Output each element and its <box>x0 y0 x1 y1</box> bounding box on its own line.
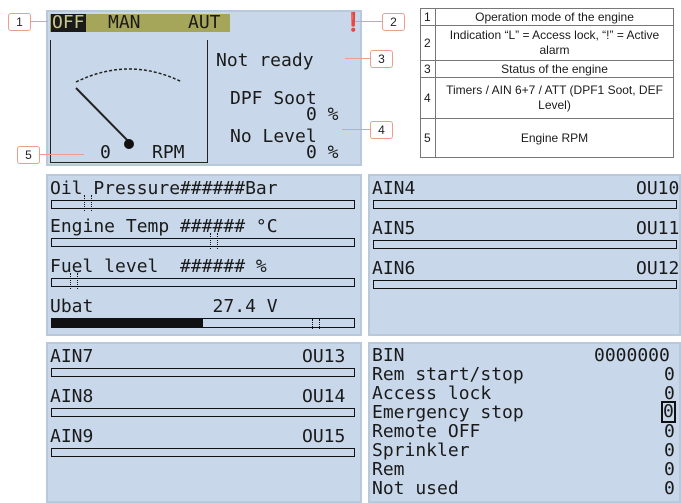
callout-4-line <box>342 129 370 130</box>
legend-desc: Operation mode of the engine <box>435 8 674 26</box>
callout-2: 2 <box>382 13 405 31</box>
legend-table: 1 Operation mode of the engine 2 Indicat… <box>420 8 674 158</box>
callout-1: 1 <box>8 13 31 31</box>
ain-name: AIN6 <box>372 258 416 279</box>
timer1-label: DPF Soot <box>230 88 317 109</box>
ubat-bar <box>51 318 355 329</box>
mode-man[interactable]: MAN <box>108 14 141 32</box>
timer2-label: No Level <box>230 126 317 147</box>
bin-row-value: 0 <box>664 364 675 385</box>
ain-code: OU13 <box>302 346 346 367</box>
rpm-unit: RPM <box>152 142 185 163</box>
legend-num: 5 <box>420 118 436 158</box>
ain-name: AIN4 <box>372 178 416 199</box>
row-bar <box>51 233 355 249</box>
bin-row-name: Not used <box>372 478 459 499</box>
legend-row: 2 Indication “L” = Access lock, “!” = Ac… <box>420 25 674 61</box>
callout-5-line <box>40 154 84 155</box>
bin-title: BIN <box>372 345 405 366</box>
legend-row: 1 Operation mode of the engine <box>420 8 674 26</box>
legend-row: 3 Status of the engine <box>420 60 674 78</box>
legend-desc: Indication “L” = Access lock, “!” = Acti… <box>435 25 674 61</box>
row-bar <box>51 368 355 377</box>
bin-row-name: Sprinkler <box>372 440 470 461</box>
row-bar <box>373 240 677 249</box>
bin-row-value-selected[interactable]: 0 <box>661 401 676 423</box>
ain-name: AIN8 <box>50 386 94 407</box>
legend-desc: Engine RPM <box>435 118 674 158</box>
binary-screen: BIN 0000000 Rem start/stop 0 Access lock… <box>368 342 681 503</box>
bin-row-name: Rem <box>372 459 405 480</box>
legend-row: 5 Engine RPM <box>420 118 674 158</box>
mode-aut[interactable]: AUT <box>188 14 221 32</box>
legend-num: 1 <box>420 8 436 26</box>
bin-row-name: Rem start/stop <box>372 364 524 385</box>
mode-off[interactable]: OFF <box>51 14 86 32</box>
bin-row-value: 0 <box>664 440 675 461</box>
row-label: Fuel level ###### % <box>50 256 267 277</box>
bin-row-name: Emergency stop <box>372 402 524 423</box>
row-bar <box>51 195 355 211</box>
row-bar <box>51 273 355 289</box>
legend-desc: Status of the engine <box>435 60 674 78</box>
bin-row-name: Remote OFF <box>372 421 481 442</box>
row-label: Ubat 27.4 V <box>50 296 278 317</box>
row-bar <box>373 280 677 289</box>
callout-4: 4 <box>370 121 393 139</box>
legend-desc: Timers / AIN 6+7 / ATT (DPF1 Soot, DEF L… <box>435 77 674 119</box>
bin-row-value: 0 <box>664 459 675 480</box>
bin-row-value: 0 <box>664 478 675 499</box>
engine-status: Not ready <box>216 50 314 71</box>
bin-row-name: Access lock <box>372 383 492 404</box>
row-bar <box>373 200 677 209</box>
callout-5: 5 <box>17 146 40 164</box>
ain-code: OU10 <box>636 178 680 199</box>
ain-code: OU12 <box>636 258 680 279</box>
row-bar <box>51 408 355 417</box>
main-screen: OFF MAN AUT ❗ 0 RPM Not ready DPF Soot 0… <box>46 10 365 166</box>
callout-1-line <box>31 21 48 22</box>
analog-screen-2: AIN4 OU10 AIN5 OU11 AIN6 OU12 <box>368 174 681 336</box>
legend-num: 3 <box>420 60 436 78</box>
analog-screen-3: AIN7 OU13 AIN8 OU14 AIN9 OU15 <box>46 342 362 503</box>
ain-code: OU11 <box>636 218 680 239</box>
ain-code: OU14 <box>302 386 346 407</box>
analog-screen-1: Oil Pressure######Bar Engine Temp ######… <box>46 174 362 336</box>
bin-row-value: 0 <box>664 421 675 442</box>
ain-name: AIN5 <box>372 218 416 239</box>
legend-num: 2 <box>420 25 436 61</box>
legend-num: 4 <box>420 77 436 119</box>
legend-row: 4 Timers / AIN 6+7 / ATT (DPF1 Soot, DEF… <box>420 77 674 119</box>
callout-3: 3 <box>370 50 393 68</box>
alarm-exclamation-icon: ❗ <box>342 12 365 33</box>
bin-value: 0000000 <box>594 345 670 366</box>
ain-name: AIN9 <box>50 426 94 447</box>
ain-code: OU15 <box>302 426 346 447</box>
row-bar <box>51 448 355 457</box>
ain-name: AIN7 <box>50 346 94 367</box>
callout-2-line <box>355 21 382 22</box>
timer2-value: 0 % <box>306 142 339 163</box>
timer1-value: 0 % <box>306 104 339 125</box>
callout-3-line <box>345 58 370 59</box>
rpm-value: 0 <box>100 142 111 163</box>
row-label: Engine Temp ###### °C <box>50 216 278 237</box>
